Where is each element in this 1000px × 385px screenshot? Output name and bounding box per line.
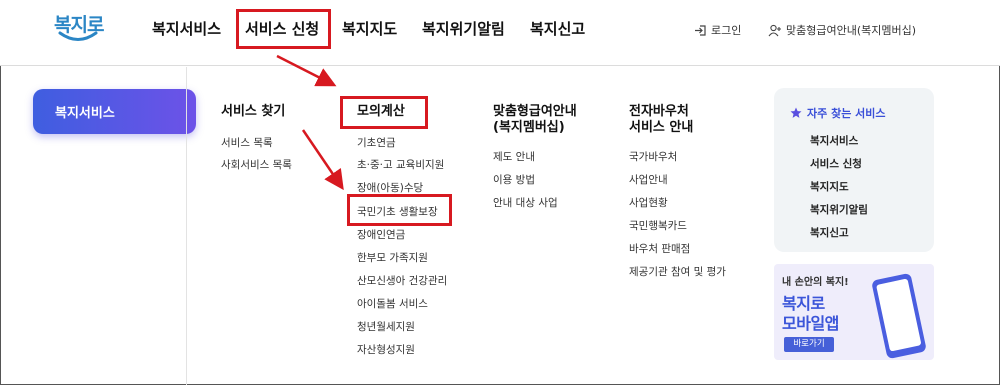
favorite-services-panel: 자주 찾는 서비스 복지서비스 서비스 신청 복지지도 복지위기알림 복지신고 (774, 88, 934, 252)
favorite-item[interactable]: 복지위기알림 (810, 202, 868, 217)
menu-item[interactable]: 한부모 가족지원 (357, 251, 428, 265)
column-title-service-search[interactable]: 서비스 찾기 (221, 104, 285, 120)
menu-item[interactable]: 제공기관 참여 및 평가 (629, 265, 726, 279)
menu-item[interactable]: 이용 방법 (493, 173, 535, 187)
favorite-item[interactable]: 복지지도 (810, 179, 849, 194)
menu-item[interactable]: 안내 대상 사업 (493, 196, 558, 210)
gnb-welfare-report[interactable]: 복지신고 (530, 18, 585, 40)
login-link[interactable]: 로그인 (694, 22, 741, 38)
highlight-box-basic-livelihood (347, 194, 452, 226)
menu-item[interactable]: 장애인연금 (357, 228, 405, 242)
highlight-box-mock-calc (340, 96, 428, 129)
banner-title-line2: 모바일앱 (782, 314, 839, 333)
menu-item[interactable]: 아이돌봄 서비스 (357, 297, 428, 311)
column-title-e-voucher-line2[interactable]: 서비스 안내 (629, 120, 693, 136)
menu-item[interactable]: 서비스 목록 (221, 136, 273, 150)
mobile-app-banner[interactable]: 내 손안의 복지! 복지로 모바일앱 바로가기 (774, 264, 934, 360)
highlight-box-service-apply (236, 9, 331, 49)
phone-illustration-icon (871, 272, 927, 360)
column-title-custom-benefit-line1[interactable]: 맞춤형급여안내 (493, 104, 577, 120)
login-label: 로그인 (711, 24, 742, 37)
menu-item[interactable]: 기초연금 (357, 136, 396, 150)
favorite-item[interactable]: 서비스 신청 (810, 156, 862, 171)
favorite-item[interactable]: 복지신고 (810, 225, 849, 240)
logo-smile-icon (58, 31, 98, 41)
menu-divider (186, 67, 187, 385)
gnb-crisis-alert[interactable]: 복지위기알림 (422, 18, 505, 40)
banner-tagline: 내 손안의 복지! (782, 277, 849, 288)
menu-item[interactable]: 국가바우처 (629, 150, 677, 164)
column-title-custom-benefit-line2[interactable]: (복지멤버십) (493, 120, 565, 136)
menu-item[interactable]: 사업현황 (629, 196, 668, 210)
side-tab-welfare-service[interactable]: 복지서비스 (33, 89, 196, 134)
favorite-item[interactable]: 복지서비스 (810, 133, 858, 148)
menu-item[interactable]: 자산형성지원 (357, 343, 415, 357)
custom-benefit-label: 맞춤형급여안내(복지멤버십) (786, 24, 917, 37)
menu-item[interactable]: 산모신생아 건강관리 (357, 274, 447, 288)
menu-item[interactable]: 초·중·고 교육비지원 (357, 158, 444, 172)
banner-go-button[interactable]: 바로가기 (784, 337, 834, 352)
menu-item[interactable]: 바우처 판매점 (629, 242, 690, 256)
favorite-services-label: 자주 찾는 서비스 (807, 107, 886, 120)
gnb-welfare-map[interactable]: 복지지도 (342, 18, 397, 40)
favorite-services-title: 자주 찾는 서비스 (790, 105, 886, 121)
menu-item[interactable]: 제도 안내 (493, 150, 535, 164)
login-icon (695, 24, 706, 36)
menu-item[interactable]: 장애(아동)수당 (357, 181, 423, 195)
menu-item[interactable]: 사업안내 (629, 173, 668, 187)
star-icon (790, 107, 802, 118)
user-plus-icon (768, 24, 781, 36)
column-title-e-voucher-line1[interactable]: 전자바우처 (629, 104, 689, 120)
site-logo[interactable]: 복지로 (54, 10, 104, 50)
menu-item[interactable]: 청년월세지원 (357, 320, 415, 334)
site-header: 복지로 복지서비스 서비스 신청 복지지도 복지위기알림 복지신고 로그인 맞춤… (0, 0, 1000, 66)
menu-item[interactable]: 국민행복카드 (629, 219, 687, 233)
menu-item[interactable]: 사회서비스 목록 (221, 158, 292, 172)
custom-benefit-link[interactable]: 맞춤형급여안내(복지멤버십) (768, 22, 916, 38)
gnb-welfare-service[interactable]: 복지서비스 (152, 18, 221, 40)
